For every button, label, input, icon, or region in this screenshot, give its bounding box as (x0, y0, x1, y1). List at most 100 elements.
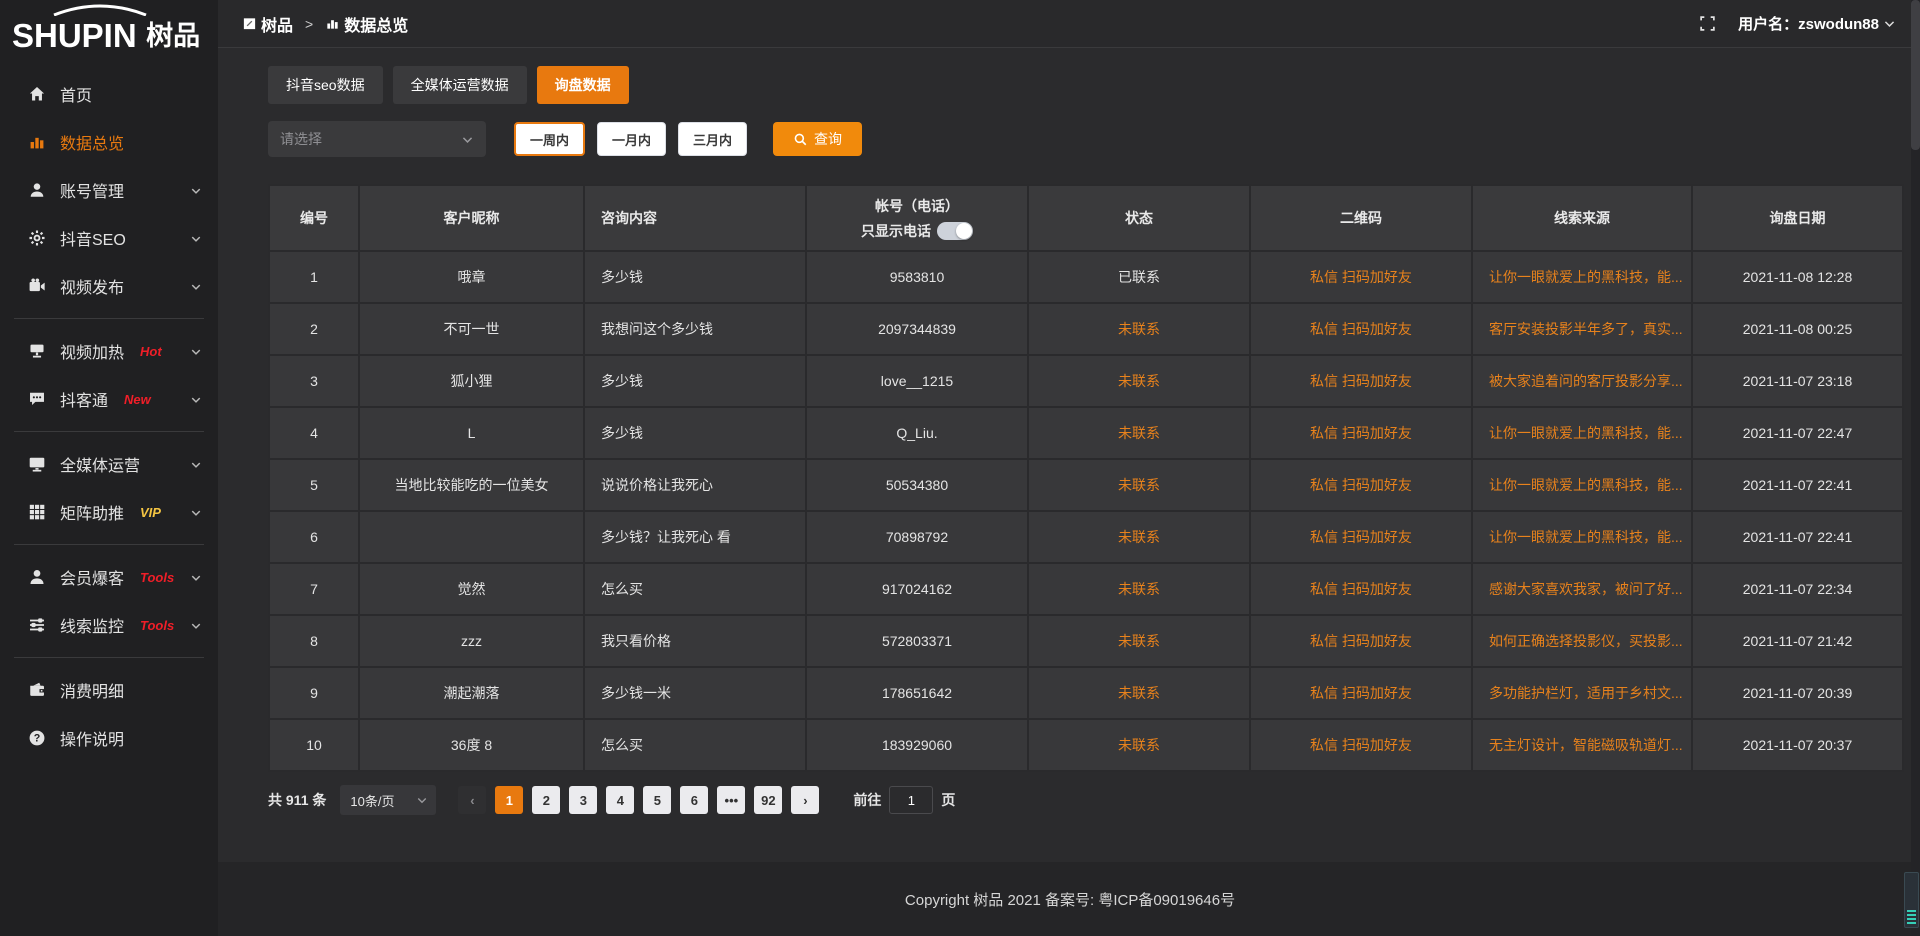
cell-qrcode[interactable]: 私信 扫码加好友 (1250, 511, 1472, 563)
col-header-content: 咨询内容 (584, 185, 806, 251)
sidebar-item-label: 全媒体运营 (60, 452, 140, 476)
cell-source[interactable]: 如何正确选择投影仪，买投影... (1472, 615, 1692, 667)
logo-arc (52, 4, 148, 16)
scrollbar[interactable] (1911, 0, 1920, 936)
breadcrumb-root[interactable]: 树品 (261, 12, 293, 36)
breadcrumb-current: 数据总览 (344, 12, 408, 36)
cell-nickname: L (359, 407, 584, 459)
table-row: 1036度 8怎么买183929060未联系私信 扫码加好友无主灯设计，智能磁吸… (269, 719, 1903, 771)
sidebar-item-member-burst[interactable]: 会员爆客Tools (0, 553, 218, 601)
page-button-2[interactable]: 2 (532, 786, 560, 814)
goto-page-input[interactable] (889, 786, 933, 814)
cell-source[interactable]: 让你一眼就爱上的黑科技，能... (1472, 459, 1692, 511)
query-button[interactable]: 查询 (773, 122, 862, 156)
col-header-account-label: 帐号（电话） (875, 196, 959, 216)
page-button-4[interactable]: 4 (606, 786, 634, 814)
cell-source[interactable]: 多功能护栏灯，适用于乡村文... (1472, 667, 1692, 719)
cell-source[interactable]: 感谢大家喜欢我家，被问了好... (1472, 563, 1692, 615)
page-size-value: 10条/页 (350, 791, 394, 810)
cell-qrcode[interactable]: 私信 扫码加好友 (1250, 459, 1472, 511)
cell-date: 2021-11-07 22:47 (1692, 407, 1903, 459)
cell-status: 未联系 (1028, 563, 1250, 615)
username-label: 用户名： (1738, 16, 1798, 33)
sidebar-item-help[interactable]: ?操作说明 (0, 714, 218, 762)
range-quarter-button[interactable]: 三月内 (678, 122, 747, 156)
cell-id: 2 (269, 303, 359, 355)
sidebar-item-douyin-seo[interactable]: 抖音SEO (0, 214, 218, 262)
range-month-button[interactable]: 一月内 (597, 122, 666, 156)
bar-chart-icon (28, 133, 46, 151)
cell-qrcode[interactable]: 私信 扫码加好友 (1250, 719, 1472, 771)
cell-qrcode[interactable]: 私信 扫码加好友 (1250, 251, 1472, 303)
main-area: 树品 > 数据总览 用户名：zswodun88 (218, 0, 1920, 936)
cell-qrcode[interactable]: 私信 扫码加好友 (1250, 355, 1472, 407)
cell-nickname: 潮起潮落 (359, 667, 584, 719)
cell-qrcode[interactable]: 私信 扫码加好友 (1250, 303, 1472, 355)
page-button-6[interactable]: 6 (680, 786, 708, 814)
cell-id: 1 (269, 251, 359, 303)
chevron-down-icon (190, 458, 202, 476)
pager-ellipsis[interactable]: ••• (717, 786, 745, 814)
phone-only-toggle[interactable] (937, 222, 973, 240)
next-page-button[interactable]: › (791, 786, 819, 814)
sidebar-item-media-operation[interactable]: 全媒体运营 (0, 440, 218, 488)
cell-date: 2021-11-07 23:18 (1692, 355, 1903, 407)
cell-account: Q_Liu. (806, 407, 1028, 459)
sidebar-item-consumption-detail[interactable]: 消费明细 (0, 666, 218, 714)
sidebar-item-data-overview[interactable]: 数据总览 (0, 118, 218, 166)
username-display[interactable]: 用户名：zswodun88 (1738, 13, 1879, 34)
cell-qrcode[interactable]: 私信 扫码加好友 (1250, 667, 1472, 719)
cell-account: 9583810 (806, 251, 1028, 303)
cell-qrcode[interactable]: 私信 扫码加好友 (1250, 407, 1472, 459)
prev-page-button[interactable]: ‹ (458, 786, 486, 814)
page-button-5[interactable]: 5 (643, 786, 671, 814)
page-button-92[interactable]: 92 (754, 786, 782, 814)
cell-status: 未联系 (1028, 511, 1250, 563)
cell-source[interactable]: 客厅安装投影半年多了，真实... (1472, 303, 1692, 355)
cell-date: 2021-11-07 22:41 (1692, 511, 1903, 563)
cell-id: 4 (269, 407, 359, 459)
cell-account: 183929060 (806, 719, 1028, 771)
pagination-total: 共 911 条 (268, 790, 326, 810)
filter-select[interactable]: 请选择 (268, 121, 486, 157)
video-publish-icon (28, 277, 46, 295)
cell-source[interactable]: 让你一眼就爱上的黑科技，能... (1472, 511, 1692, 563)
sidebar-item-video-heat[interactable]: 视频加热Hot (0, 327, 218, 375)
content: 抖音seo数据 全媒体运营数据 询盘数据 请选择 一周内 一月内 三月内 (218, 48, 1920, 815)
sidebar-item-label: 会员爆客 (60, 565, 124, 589)
sidebar-item-label: 抖客通 (60, 387, 108, 411)
sidebar-divider (14, 657, 204, 658)
tab-media-operation-data[interactable]: 全媒体运营数据 (393, 66, 527, 104)
sidebar-item-matrix-boost[interactable]: 矩阵助推VIP (0, 488, 218, 536)
cell-source[interactable]: 让你一眼就爱上的黑科技，能... (1472, 407, 1692, 459)
cell-source[interactable]: 无主灯设计，智能磁吸轨道灯... (1472, 719, 1692, 771)
sidebar-item-label: 操作说明 (60, 726, 124, 750)
sidebar-item-home[interactable]: 首页 (0, 70, 218, 118)
fullscreen-icon[interactable] (1699, 15, 1716, 32)
pagination: 共 911 条 10条/页 ‹ 123456•••92 › 前往 页 (268, 785, 1904, 815)
search-icon (793, 132, 808, 147)
sidebar-item-video-publish[interactable]: 视频发布 (0, 262, 218, 310)
cell-source[interactable]: 让你一眼就爱上的黑科技，能... (1472, 251, 1692, 303)
tab-douyin-seo-data[interactable]: 抖音seo数据 (268, 66, 383, 104)
table-row: 8zzz我只看价格572803371未联系私信 扫码加好友如何正确选择投影仪，买… (269, 615, 1903, 667)
chat-icon (28, 390, 46, 408)
cell-qrcode[interactable]: 私信 扫码加好友 (1250, 563, 1472, 615)
logo-text-cn: 树品 (146, 21, 200, 51)
user-icon (28, 181, 46, 199)
sidebar-item-account-manage[interactable]: 账号管理 (0, 166, 218, 214)
cell-date: 2021-11-07 20:39 (1692, 667, 1903, 719)
cell-qrcode[interactable]: 私信 扫码加好友 (1250, 615, 1472, 667)
tab-inquiry-data[interactable]: 询盘数据 (537, 66, 629, 104)
table-row: 2不可一世我想问这个多少钱2097344839未联系私信 扫码加好友客厅安装投影… (269, 303, 1903, 355)
sidebar-item-clue-monitor[interactable]: 线索监控Tools (0, 601, 218, 649)
cell-source[interactable]: 被大家追着问的客厅投影分享... (1472, 355, 1692, 407)
sidebar-item-douketong[interactable]: 抖客通New (0, 375, 218, 423)
range-week-button[interactable]: 一周内 (514, 122, 585, 156)
page-button-3[interactable]: 3 (569, 786, 597, 814)
quick-range-buttons: 一周内 一月内 三月内 (514, 122, 747, 156)
scrollbar-thumb[interactable] (1911, 0, 1920, 150)
chevron-down-icon[interactable] (1883, 17, 1896, 30)
page-button-1[interactable]: 1 (495, 786, 523, 814)
page-size-select[interactable]: 10条/页 (340, 785, 436, 815)
